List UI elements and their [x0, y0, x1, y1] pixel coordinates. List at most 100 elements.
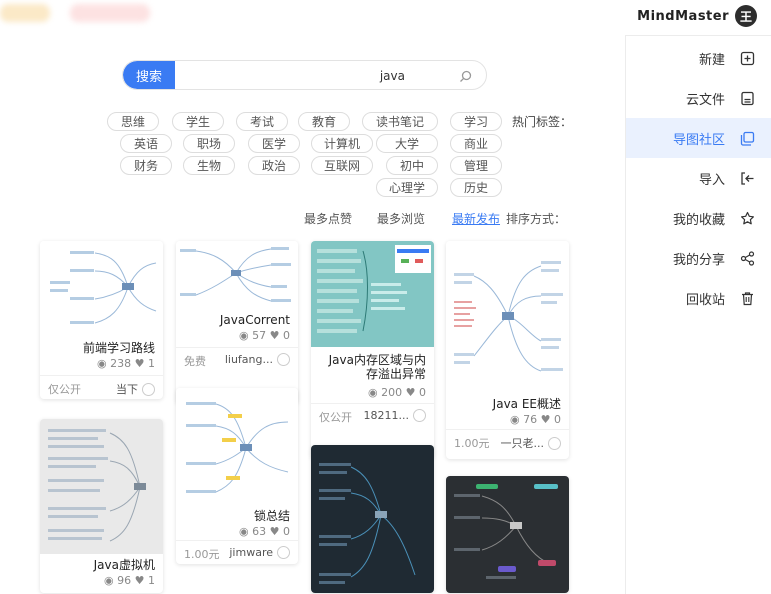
tag-item[interactable]: 英语	[120, 134, 172, 153]
card-price: 仅公开	[319, 411, 352, 424]
tag-item[interactable]: 职场	[183, 134, 235, 153]
card-author[interactable]: jimware	[229, 546, 290, 559]
sort-option-most-viewed[interactable]: 最多浏览	[377, 210, 425, 227]
app-logo[interactable]: MindMaster 王	[637, 5, 757, 27]
sidebar-item-trash[interactable]: 回收站	[626, 278, 771, 318]
map-card[interactable]: JavaCorrent ◉ 57 ♥ 0 liufang... 免费	[176, 241, 298, 404]
author-name: 18211...	[363, 409, 409, 422]
views-icon: ◉	[368, 386, 378, 399]
map-thumbnail	[40, 241, 163, 333]
map-card[interactable]	[311, 445, 434, 593]
search-button[interactable]: 搜索	[123, 61, 175, 89]
views-icon: ◉	[97, 357, 107, 370]
tag-item[interactable]: 读书笔记	[362, 112, 438, 131]
like-icon: ♥	[134, 574, 145, 587]
sidebar-item-label: 导图社区	[672, 132, 725, 148]
card-price: 1.00元	[184, 548, 220, 561]
card-likes: 0	[283, 329, 290, 342]
map-card[interactable]: 锁总结 ◉ 63 ♥ 0 jimware 1.00元	[176, 388, 298, 564]
card-stats: ◉ 200 ♥ 0	[368, 386, 426, 399]
blurred-tab	[70, 4, 150, 22]
sidebar-item-cloud-files[interactable]: 云文件	[626, 78, 771, 118]
tag-item[interactable]: 商业	[450, 134, 502, 153]
card-likes: 1	[148, 574, 155, 587]
sidebar-item-favorites[interactable]: 我的收藏	[626, 198, 771, 238]
sidebar-item-label: 回收站	[685, 292, 725, 308]
tag-item[interactable]: 大学	[376, 134, 438, 153]
card-stats: ◉ 57 ♥ 0	[239, 329, 290, 342]
views-icon: ◉	[239, 329, 249, 342]
sidebar-item-community[interactable]: 导图社区	[626, 118, 771, 158]
card-views: 200	[381, 386, 403, 399]
card-author[interactable]: liufang...	[225, 353, 290, 366]
card-footer: 当下 仅公开	[40, 375, 163, 399]
community-main: 搜索 热门标签： 学习 读书笔记 教育 考试 学生 思维 商业 大学 计算机 医…	[0, 35, 625, 593]
map-thumbnail	[176, 388, 298, 506]
card-price: 1.00元	[454, 437, 490, 450]
sort-label: 排序方式：	[506, 212, 567, 226]
card-title: Java EE概述	[492, 397, 561, 411]
card-views: 63	[252, 525, 267, 538]
sidebar-item-label: 新建	[698, 52, 725, 68]
tag-item[interactable]: 教育	[298, 112, 350, 131]
card-author[interactable]: 当下	[116, 381, 155, 397]
card-author[interactable]: 18211...	[364, 409, 426, 422]
map-card[interactable]: 前端学习路线 ◉ 238 ♥ 1 当下 仅公开	[40, 241, 163, 399]
sidebar-item-shares[interactable]: 我的分享	[626, 238, 771, 278]
card-footer: 一只老... 1.00元	[446, 429, 569, 453]
like-icon: ♥	[540, 413, 551, 426]
tag-item[interactable]: 初中	[386, 156, 438, 175]
card-stats: ◉ 238 ♥ 1	[97, 357, 155, 370]
map-thumbnail	[311, 445, 434, 593]
card-likes: 0	[283, 525, 290, 538]
card-stats: ◉ 63 ♥ 0	[239, 525, 290, 538]
map-card[interactable]	[446, 476, 569, 593]
card-title: 锁总结	[253, 509, 290, 523]
tag-item[interactable]: 历史	[450, 178, 502, 197]
map-card[interactable]: Java虚拟机 ◉ 96 ♥ 1	[40, 419, 163, 593]
card-price: 仅公开	[48, 383, 81, 396]
card-stats: ◉ 76 ♥ 0	[510, 413, 561, 426]
sort-option-most-liked[interactable]: 最多点赞	[304, 210, 352, 227]
brand-name: MindMaster	[637, 8, 729, 24]
new-file-icon	[739, 50, 755, 66]
card-title: 前端学习路线	[82, 341, 155, 355]
views-icon: ◉	[104, 574, 114, 587]
card-views: 238	[110, 357, 132, 370]
author-name: 一只老...	[500, 437, 545, 450]
search-bar: 搜索	[122, 60, 487, 90]
author-name: 当下	[116, 383, 138, 396]
avatar	[413, 409, 426, 422]
sidebar-item-new[interactable]: 新建	[626, 38, 771, 78]
search-input[interactable]	[183, 65, 407, 87]
card-author[interactable]: 一只老...	[500, 435, 561, 451]
tag-item[interactable]: 学生	[172, 112, 224, 131]
card-footer: jimware 1.00元	[176, 540, 298, 564]
sort-option-newest[interactable]: 最新发布	[452, 210, 500, 227]
author-name: jimware	[229, 546, 273, 559]
tag-item[interactable]: 学习	[450, 112, 502, 131]
tag-item[interactable]: 生物	[183, 156, 235, 175]
sidebar-item-import[interactable]: 导入	[626, 158, 771, 198]
author-name: liufang...	[224, 353, 273, 366]
like-icon: ♥	[405, 386, 416, 399]
map-card[interactable]: Java EE概述 ◉ 76 ♥ 0 一只老... 1.00元	[446, 241, 569, 459]
map-thumbnail	[40, 419, 163, 554]
map-card[interactable]: Java内存区域与内存溢出异常 ◉ 200 ♥ 0 18211... 仅公开	[311, 241, 434, 459]
tag-item[interactable]: 思维	[107, 112, 159, 131]
like-icon: ♥	[134, 357, 145, 370]
tag-item[interactable]: 财务	[120, 156, 172, 175]
tag-item[interactable]: 心理学	[376, 178, 438, 197]
tag-item[interactable]: 计算机	[311, 134, 373, 153]
tag-item[interactable]: 考试	[236, 112, 288, 131]
views-icon: ◉	[239, 525, 249, 538]
tag-item[interactable]: 管理	[450, 156, 502, 175]
card-title: Java内存区域与内存溢出异常	[328, 353, 426, 381]
tag-item[interactable]: 政治	[248, 156, 300, 175]
tag-item[interactable]: 互联网	[311, 156, 373, 175]
avatar	[548, 436, 561, 450]
card-title: JavaCorrent	[219, 313, 290, 327]
tag-item[interactable]: 医学	[248, 134, 300, 153]
card-price: 免费	[184, 355, 206, 368]
card-footer: 18211... 仅公开	[311, 403, 434, 427]
